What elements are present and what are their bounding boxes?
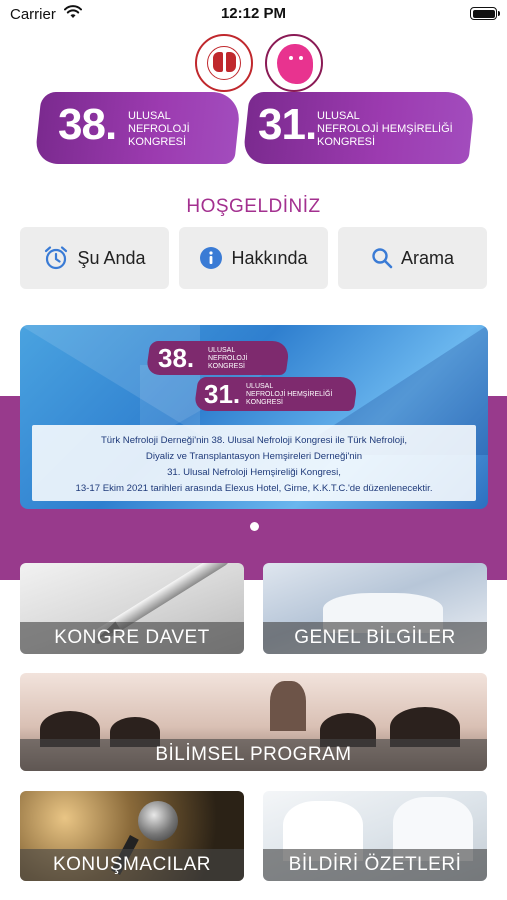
banner-31-number: 31. <box>258 100 317 149</box>
turkish-nephrology-society-logo <box>195 34 253 92</box>
banner-31-text: ULUSAL NEFROLOJİ HEMŞİRELİĞİ KONGRESİ <box>317 110 453 148</box>
about-button-label: Hakkında <box>231 247 308 268</box>
scientific-program-label: BİLİMSEL PROGRAM <box>20 739 487 771</box>
search-button-label: Arama <box>400 247 454 268</box>
abstracts-label: BİLDİRİ ÖZETLERİ <box>263 849 487 881</box>
general-info-tile[interactable]: GENEL BİLGİLER <box>263 563 487 654</box>
clock: 12:12 PM <box>220 5 287 22</box>
info-icon <box>200 247 223 269</box>
slide-badge-31-text: ULUSAL NEFROLOJİ HEMŞİRELİĞİ KONGRESİ <box>246 383 333 406</box>
slide-badge-38-text: ULUSAL NEFROLOJİ KONGRESİ <box>208 347 248 370</box>
announcement-text: Türk Nefroloji Derneği'nin 38. Ulusal Ne… <box>32 425 476 501</box>
slide-badge-38-number: 38. <box>158 343 195 373</box>
search-button[interactable]: Arama <box>338 227 487 289</box>
status-bar: Carrier 12:12 PM <box>0 0 507 28</box>
slide-badge-31-number: 31. <box>204 379 241 409</box>
now-button-label: Şu Anda <box>77 247 146 268</box>
about-button[interactable]: Hakkında <box>179 227 328 289</box>
speakers-tile[interactable]: KONUŞMACILAR <box>20 791 244 881</box>
congress-invitation-label: KONGRE DAVET <box>20 622 244 654</box>
banner-38-number: 38. <box>58 100 117 149</box>
now-button[interactable]: Şu Anda <box>20 227 169 289</box>
battery-icon <box>470 7 500 20</box>
microphone-image <box>138 801 178 841</box>
speakers-label: KONUŞMACILAR <box>20 849 244 881</box>
announcement-slide[interactable]: 38. ULUSAL NEFROLOJİ KONGRESİ 31. ULUSAL… <box>20 325 488 509</box>
banner-38-text: ULUSAL NEFROLOJİ KONGRESİ <box>128 110 190 148</box>
search-icon <box>372 248 393 269</box>
congress-invitation-tile[interactable]: KONGRE DAVET <box>20 563 244 654</box>
abstracts-tile[interactable]: BİLDİRİ ÖZETLERİ <box>263 791 487 881</box>
welcome-title: HOŞGELDİNİZ <box>186 196 321 217</box>
alarm-clock-icon <box>45 246 68 270</box>
scientific-program-tile[interactable]: BİLİMSEL PROGRAM <box>20 673 487 771</box>
general-info-label: GENEL BİLGİLER <box>263 622 487 654</box>
slider-page-indicator[interactable] <box>250 522 259 531</box>
nephrology-nurses-association-logo <box>265 34 323 92</box>
